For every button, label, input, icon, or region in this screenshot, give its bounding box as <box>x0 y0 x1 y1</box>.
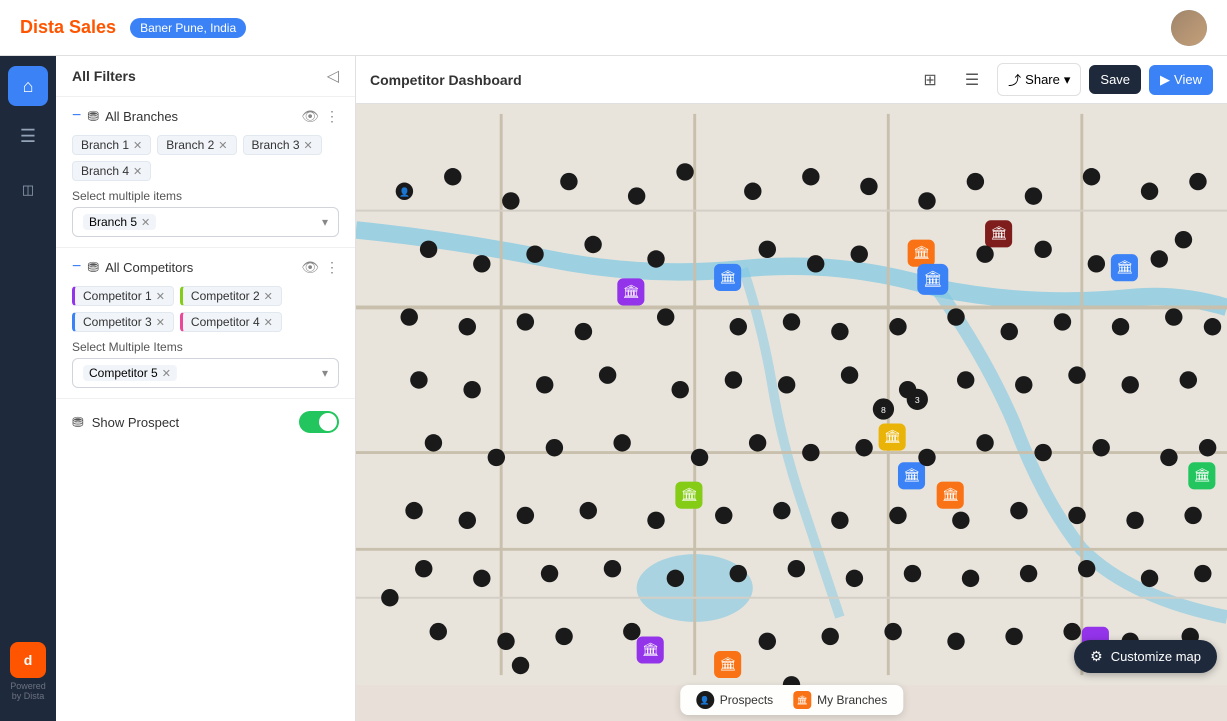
branch-tag-4-remove[interactable]: ✕ <box>133 165 142 178</box>
grid-view-btn[interactable]: ⊞ <box>913 64 946 96</box>
dashboard-title-bar: Competitor Dashboard ⊞ ☰ ⤴ Share ▾ Save … <box>356 56 1227 104</box>
svg-text:3: 3 <box>915 395 920 405</box>
legend-prospects-icon: 👤 <box>696 691 714 709</box>
prospect-label: Show Prospect <box>92 415 291 430</box>
svg-text:🏛: 🏛 <box>903 468 920 483</box>
branches-selected-value: Branch 5 <box>89 215 137 229</box>
legend-branches: 🏛 My Branches <box>793 691 887 709</box>
svg-text:🏛: 🏛 <box>923 270 943 288</box>
location-badge[interactable]: Baner Pune, India <box>130 18 246 38</box>
competitor-tag-1[interactable]: Competitor 1 ✕ <box>72 286 174 306</box>
legend-prospects: 👤 Prospects <box>696 691 773 709</box>
prospect-icon: ⛃ <box>72 414 84 431</box>
svg-text:🏛: 🏛 <box>990 226 1007 241</box>
icon-sidebar: ⌂ ☰ ◫ d Poweredby Dista <box>0 56 56 721</box>
branches-section: − ⛃ All Branches 👁 ⋮ Branch 1 ✕ Branch 2 <box>56 97 355 248</box>
competitor-tag-2[interactable]: Competitor 2 ✕ <box>180 286 282 306</box>
competitors-toggle[interactable]: − <box>72 258 81 276</box>
filter-collapse-btn[interactable]: ◁ <box>327 66 339 86</box>
prospect-toggle[interactable] <box>299 411 339 433</box>
app-brand: Dista Sales <box>20 17 116 38</box>
map-background[interactable]: 🏛 🏛 🏛 🏛 🏛 🏛 <box>356 104 1227 685</box>
branch-tag-2-remove[interactable]: ✕ <box>218 139 227 152</box>
map-canvas[interactable]: 🏛 🏛 🏛 🏛 🏛 🏛 <box>356 104 1227 685</box>
competitors-tags: Competitor 1 ✕ Competitor 2 ✕ Competitor… <box>72 286 339 332</box>
svg-text:🏛: 🏛 <box>884 429 901 444</box>
map-legend: 👤 Prospects 🏛 My Branches <box>680 685 903 715</box>
svg-text:🏛: 🏛 <box>719 269 736 284</box>
branches-visibility-icon[interactable]: 👁 <box>301 108 319 125</box>
competitors-section: − ⛃ All Competitors 👁 ⋮ Competitor 1 ✕ C… <box>56 248 355 399</box>
prospect-row: ⛃ Show Prospect <box>56 399 355 445</box>
branches-select-chevron: ▾ <box>322 215 328 229</box>
competitors-label: All Competitors <box>105 260 295 275</box>
branches-icon: ⛃ <box>87 108 99 125</box>
competitors-visibility-icon[interactable]: 👁 <box>301 259 319 276</box>
competitor-tag-3-remove[interactable]: ✕ <box>156 316 165 329</box>
svg-text:8: 8 <box>881 405 886 415</box>
competitors-select-chevron: ▾ <box>322 366 328 380</box>
svg-text:🏛: 🏛 <box>913 245 930 260</box>
dista-logo: d <box>10 642 46 678</box>
customize-map-btn[interactable]: ⚙ Customize map <box>1074 640 1217 673</box>
branch-tag-2[interactable]: Branch 2 ✕ <box>157 135 236 155</box>
dashboard-title: Competitor Dashboard <box>370 72 522 88</box>
filter-title: All Filters <box>72 68 136 84</box>
share-chevron: ▾ <box>1064 72 1071 88</box>
sidebar-item-layers[interactable]: ☰ <box>8 116 48 156</box>
branches-toggle[interactable]: − <box>72 107 81 125</box>
competitor-tag-4-remove[interactable]: ✕ <box>264 316 273 329</box>
branches-selected-remove[interactable]: ✕ <box>141 216 150 229</box>
competitor-tag-2-remove[interactable]: ✕ <box>264 290 273 303</box>
branch-tag-4[interactable]: Branch 4 ✕ <box>72 161 151 181</box>
save-btn[interactable]: Save <box>1089 65 1141 94</box>
legend-branches-icon: 🏛 <box>793 691 811 709</box>
competitor-tag-4[interactable]: Competitor 4 ✕ <box>180 312 282 332</box>
competitors-select[interactable]: Competitor 5 ✕ ▾ <box>72 358 339 388</box>
sidebar-item-home[interactable]: ⌂ <box>8 66 48 106</box>
view-btn[interactable]: ▶ View <box>1149 65 1213 95</box>
svg-text:🏛: 🏛 <box>622 284 639 299</box>
competitor-tag-1-remove[interactable]: ✕ <box>156 290 165 303</box>
svg-text:🏛: 🏛 <box>719 656 736 671</box>
view-icon: ▶ <box>1160 72 1170 88</box>
competitors-more-icon[interactable]: ⋮ <box>325 259 339 276</box>
branches-label: All Branches <box>105 109 295 124</box>
share-icon: ⤴ <box>1008 70 1021 89</box>
branches-tags: Branch 1 ✕ Branch 2 ✕ Branch 3 ✕ Branch … <box>72 135 339 181</box>
svg-text:🏛: 🏛 <box>1193 468 1210 483</box>
competitors-select-label: Select Multiple Items <box>72 340 339 354</box>
branch-tag-3-remove[interactable]: ✕ <box>304 139 313 152</box>
branch-tag-3[interactable]: Branch 3 ✕ <box>243 135 322 155</box>
filter-panel: All Filters ◁ − ⛃ All Branches 👁 ⋮ Branc… <box>56 56 356 721</box>
sidebar-item-expand[interactable]: ◫ <box>8 170 48 210</box>
svg-text:🏛: 🏛 <box>1116 260 1133 275</box>
competitors-selected-value: Competitor 5 <box>89 366 158 380</box>
svg-text:👤: 👤 <box>399 187 410 197</box>
share-btn[interactable]: ⤴ Share ▾ <box>997 63 1081 96</box>
svg-text:🏛: 🏛 <box>642 642 659 657</box>
competitors-icon: ⛃ <box>87 259 99 276</box>
competitor-tag-3[interactable]: Competitor 3 ✕ <box>72 312 174 332</box>
map-area: Competitor Dashboard ⊞ ☰ ⤴ Share ▾ Save … <box>356 56 1227 721</box>
branches-select[interactable]: Branch 5 ✕ ▾ <box>72 207 339 237</box>
customize-icon: ⚙ <box>1090 648 1103 665</box>
svg-text:🏛: 🏛 <box>680 487 697 502</box>
svg-text:🏛: 🏛 <box>942 487 959 502</box>
user-avatar[interactable] <box>1171 10 1207 46</box>
competitors-selected-remove[interactable]: ✕ <box>162 367 171 380</box>
list-view-btn[interactable]: ☰ <box>955 64 989 96</box>
map-svg: 🏛 🏛 🏛 🏛 🏛 🏛 <box>356 104 1227 685</box>
branches-more-icon[interactable]: ⋮ <box>325 108 339 125</box>
branches-select-label: Select multiple items <box>72 189 339 203</box>
branch-tag-1[interactable]: Branch 1 ✕ <box>72 135 151 155</box>
branch-tag-1-remove[interactable]: ✕ <box>133 139 142 152</box>
